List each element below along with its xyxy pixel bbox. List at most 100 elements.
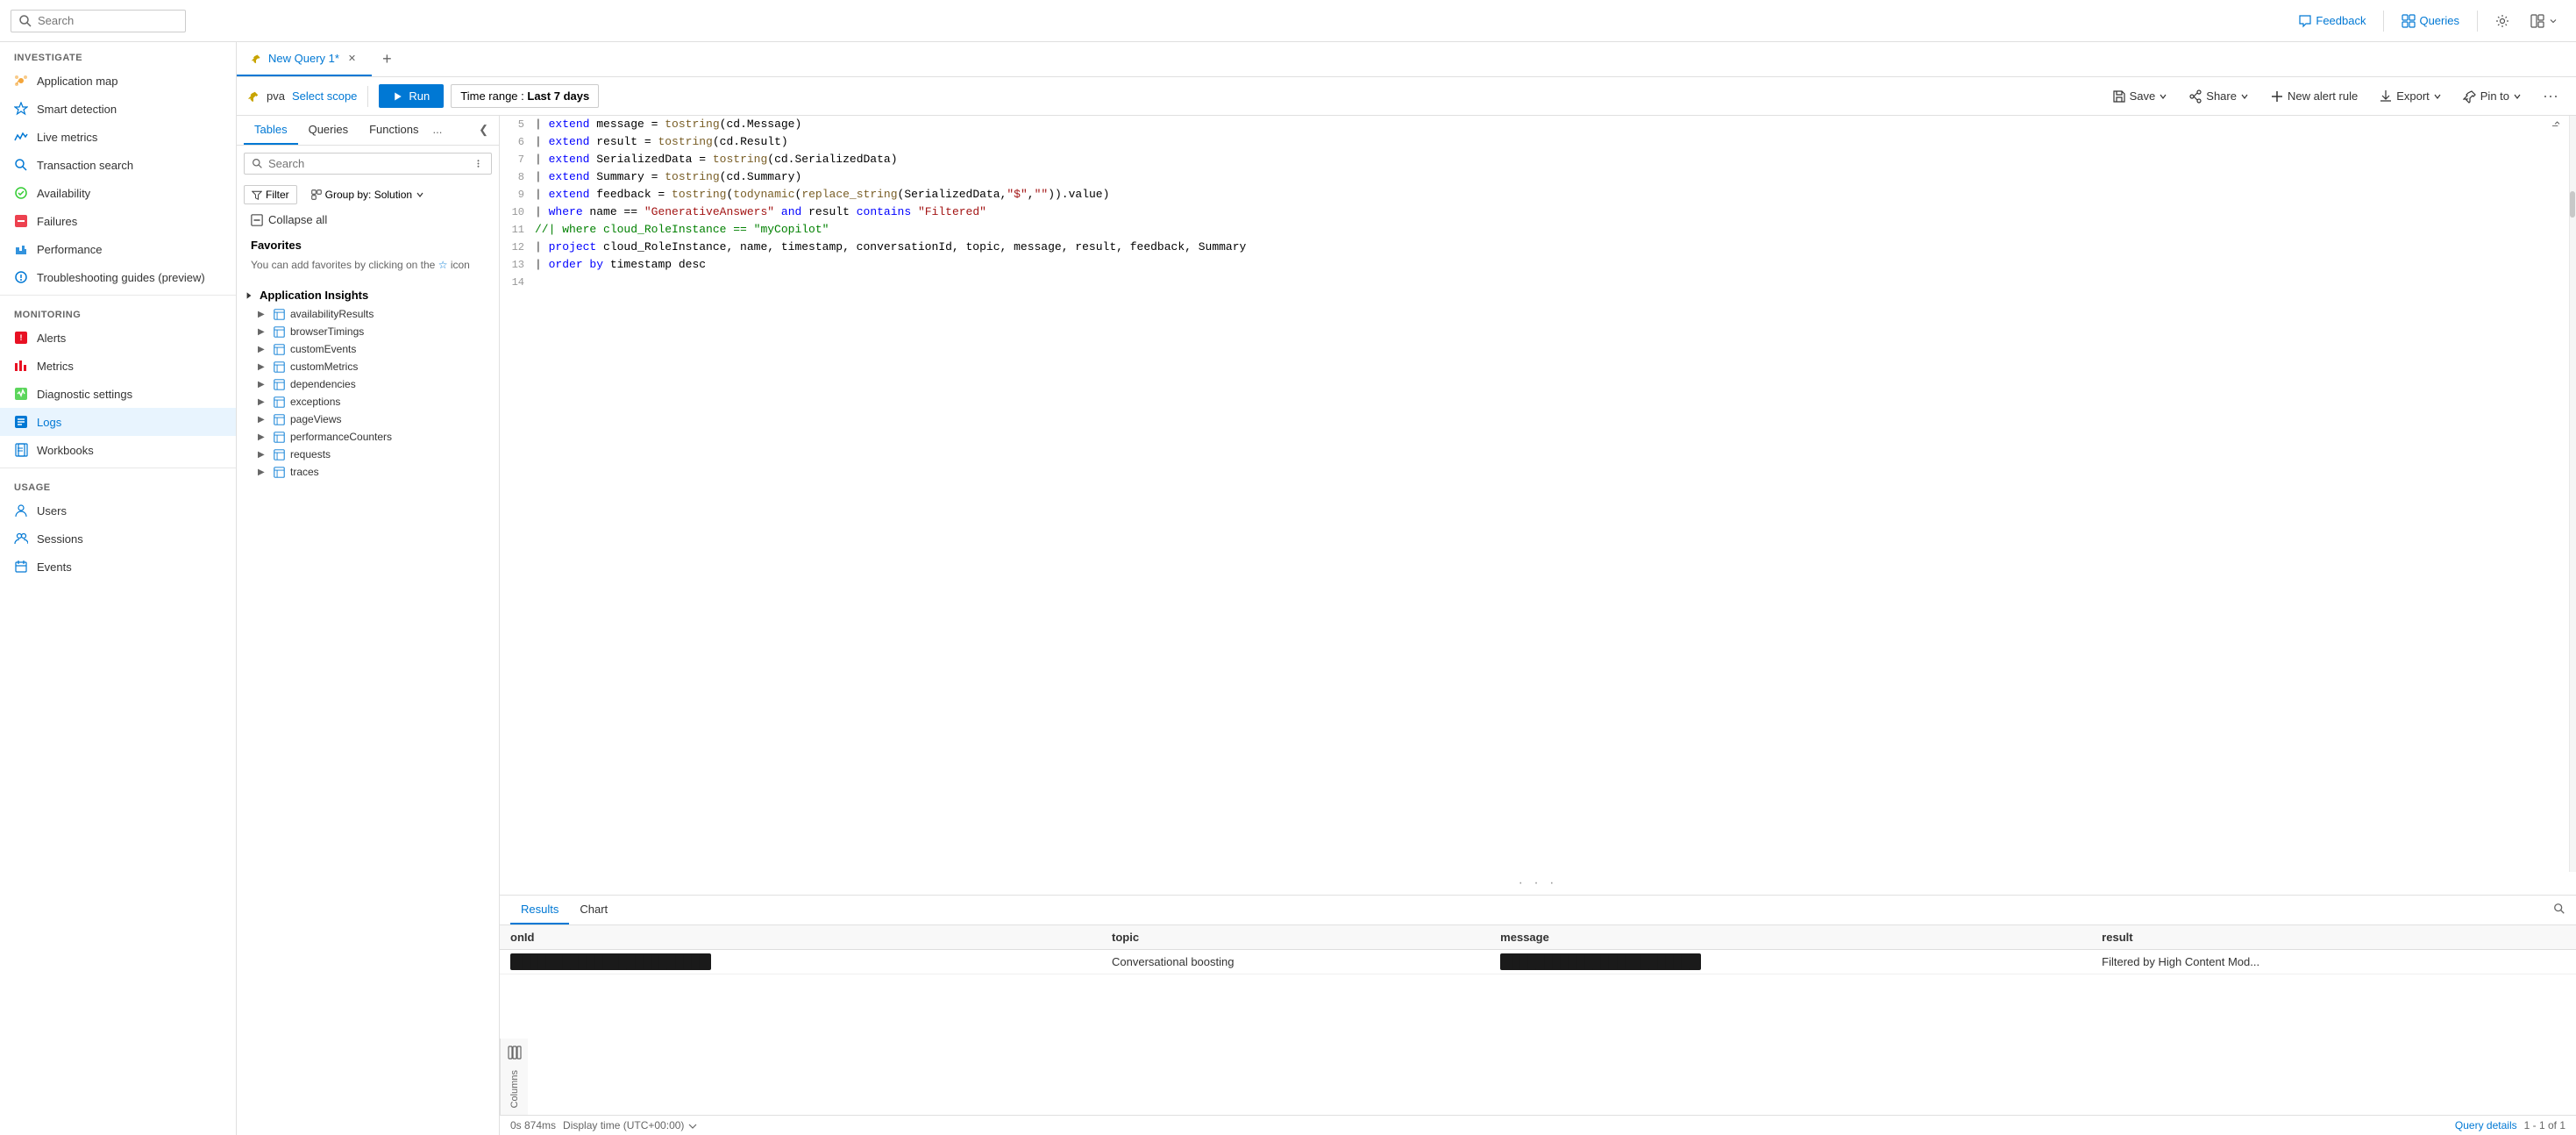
- schema-search-box[interactable]: [244, 153, 492, 175]
- sidebar-item-performance[interactable]: Performance: [0, 235, 236, 263]
- sidebar-item-failures[interactable]: Failures: [0, 207, 236, 235]
- code-line[interactable]: 14: [500, 274, 2576, 291]
- line-content: | project cloud_RoleInstance, name, time…: [535, 239, 2576, 256]
- schema-search-options-icon: [473, 158, 484, 169]
- tree-arrow-icon: ▶: [258, 432, 268, 442]
- tab-close-button[interactable]: ✕: [346, 51, 358, 66]
- sidebar-item-transactionsearch[interactable]: Transaction search: [0, 151, 236, 179]
- schema-tab-tables[interactable]: Tables: [244, 116, 298, 145]
- tree-arrow-icon: ▶: [258, 380, 268, 389]
- sidebar-item-users[interactable]: Users: [0, 496, 236, 525]
- code-line[interactable]: 5| extend message = tostring(cd.Message): [500, 116, 2576, 133]
- sidebar-item-sessions[interactable]: Sessions: [0, 525, 236, 553]
- sidebar-item-smartdetection[interactable]: Smart detection: [0, 95, 236, 123]
- sidebar-item-alerts[interactable]: ! Alerts: [0, 324, 236, 352]
- editor-content[interactable]: 5| extend message = tostring(cd.Message)…: [500, 116, 2576, 291]
- tree-item[interactable]: ▶ browserTimings: [244, 323, 492, 340]
- tree-item[interactable]: ▶ customMetrics: [244, 358, 492, 375]
- transactionsearch-icon: [14, 158, 28, 172]
- sidebar-item-logs[interactable]: Logs: [0, 408, 236, 436]
- section-arrow-icon[interactable]: [244, 290, 254, 301]
- run-button[interactable]: Run: [379, 84, 444, 108]
- tree-item[interactable]: ▶ dependencies: [244, 375, 492, 393]
- query-details-link[interactable]: Query details: [2455, 1119, 2517, 1131]
- queries-button[interactable]: Queries: [2395, 11, 2466, 32]
- schema-tab-functions[interactable]: Functions: [359, 116, 429, 145]
- results-tab-results[interactable]: Results: [510, 896, 569, 924]
- sidebar-item-appmap[interactable]: Application map: [0, 67, 236, 95]
- table-icon: [274, 449, 285, 460]
- time-range-button[interactable]: Time range : Last 7 days: [451, 84, 599, 108]
- schema-groupby-button[interactable]: Group by: Solution: [304, 186, 431, 203]
- tree-item[interactable]: ▶ performanceCounters: [244, 428, 492, 446]
- tree-item[interactable]: ▶ requests: [244, 446, 492, 463]
- table-name: requests: [290, 448, 331, 460]
- cell-result: Filtered by High Content Mod...: [2091, 950, 2576, 974]
- content-area: Tables Queries Functions ... ❮: [237, 116, 2576, 1135]
- new-alert-button[interactable]: New alert rule: [2263, 85, 2365, 108]
- tree-item[interactable]: ▶ customEvents: [244, 340, 492, 358]
- results-tab-chart[interactable]: Chart: [569, 896, 618, 924]
- search-input[interactable]: [38, 14, 178, 27]
- sessions-icon: [14, 532, 28, 546]
- tree-item[interactable]: ▶ exceptions: [244, 393, 492, 410]
- line-number: 12: [500, 239, 535, 256]
- code-line[interactable]: 10| where name == "GenerativeAnswers" an…: [500, 203, 2576, 221]
- tree-arrow-icon: ▶: [258, 310, 268, 319]
- tab-query1[interactable]: New Query 1* ✕: [237, 42, 372, 76]
- collapse-all-button[interactable]: Collapse all: [244, 208, 334, 232]
- columns-label[interactable]: Columns: [509, 1063, 520, 1115]
- scroll-indicator: [2569, 116, 2576, 872]
- workbooks-icon: [14, 443, 28, 457]
- schema-search-input[interactable]: [268, 157, 467, 170]
- sidebar-item-diagnostic[interactable]: Diagnostic settings: [0, 380, 236, 408]
- code-line[interactable]: 13| order by timestamp desc: [500, 256, 2576, 274]
- code-line[interactable]: 7| extend SerializedData = tostring(cd.S…: [500, 151, 2576, 168]
- save-icon: [2112, 89, 2126, 104]
- sidebar-item-workbooks[interactable]: Workbooks: [0, 436, 236, 464]
- editor-wrapper[interactable]: 5| extend message = tostring(cd.Message)…: [500, 116, 2576, 872]
- save-button[interactable]: Save: [2105, 85, 2175, 108]
- table-row[interactable]: ████████████████████████Conversational b…: [500, 950, 2576, 974]
- layout-button[interactable]: [2523, 11, 2565, 32]
- troubleshooting-icon: [14, 270, 28, 284]
- smartdetection-icon: [14, 102, 28, 116]
- sidebar-item-availability[interactable]: Availability: [0, 179, 236, 207]
- results-search-button[interactable]: [2553, 903, 2565, 917]
- code-line[interactable]: 6| extend result = tostring(cd.Result): [500, 133, 2576, 151]
- feedback-button[interactable]: Feedback: [2291, 11, 2373, 32]
- tree-item[interactable]: ▶ availabilityResults: [244, 305, 492, 323]
- code-line[interactable]: 9| extend feedback = tostring(todynamic(…: [500, 186, 2576, 203]
- schema-tab-more[interactable]: ...: [429, 116, 445, 145]
- col-header-onid: onId: [500, 925, 1101, 950]
- tree-arrow-icon: ▶: [258, 397, 268, 407]
- sidebar-item-troubleshooting[interactable]: Troubleshooting guides (preview): [0, 263, 236, 291]
- select-scope-link[interactable]: Select scope: [292, 89, 357, 103]
- code-line[interactable]: 12| project cloud_RoleInstance, name, ti…: [500, 239, 2576, 256]
- tree-item[interactable]: ▶ pageViews: [244, 410, 492, 428]
- code-line[interactable]: 8| extend Summary = tostring(cd.Summary): [500, 168, 2576, 186]
- share-button[interactable]: Share: [2181, 85, 2256, 108]
- search-box[interactable]: [11, 10, 186, 32]
- sidebar-availability-label: Availability: [37, 187, 90, 200]
- code-line[interactable]: 11//| where cloud_RoleInstance == "myCop…: [500, 221, 2576, 239]
- table-icon: [274, 467, 285, 478]
- more-options-button[interactable]: ···: [2536, 82, 2565, 110]
- sidebar-item-events[interactable]: Events: [0, 553, 236, 581]
- schema-tab-queries[interactable]: Queries: [298, 116, 359, 145]
- export-button[interactable]: Export: [2372, 85, 2449, 108]
- tab-query1-label: New Query 1*: [268, 52, 339, 65]
- table-name: performanceCounters: [290, 431, 392, 443]
- tab-add-button[interactable]: +: [372, 50, 402, 68]
- schema-filter-button[interactable]: Filter: [244, 185, 297, 204]
- sidebar-item-metrics[interactable]: Metrics: [0, 352, 236, 380]
- scope-pin-icon: [247, 90, 260, 103]
- sidebar-item-livemetrics[interactable]: Live metrics: [0, 123, 236, 151]
- results-tabs: Results Chart: [500, 896, 2576, 925]
- scroll-up-btn[interactable]: −: [2551, 119, 2558, 132]
- pin-to-button[interactable]: Pin to: [2456, 85, 2529, 108]
- schema-collapse-btn[interactable]: ❮: [475, 116, 492, 145]
- settings-button[interactable]: [2488, 11, 2516, 32]
- columns-sidebar[interactable]: Columns: [500, 1039, 528, 1115]
- tree-item[interactable]: ▶ traces: [244, 463, 492, 481]
